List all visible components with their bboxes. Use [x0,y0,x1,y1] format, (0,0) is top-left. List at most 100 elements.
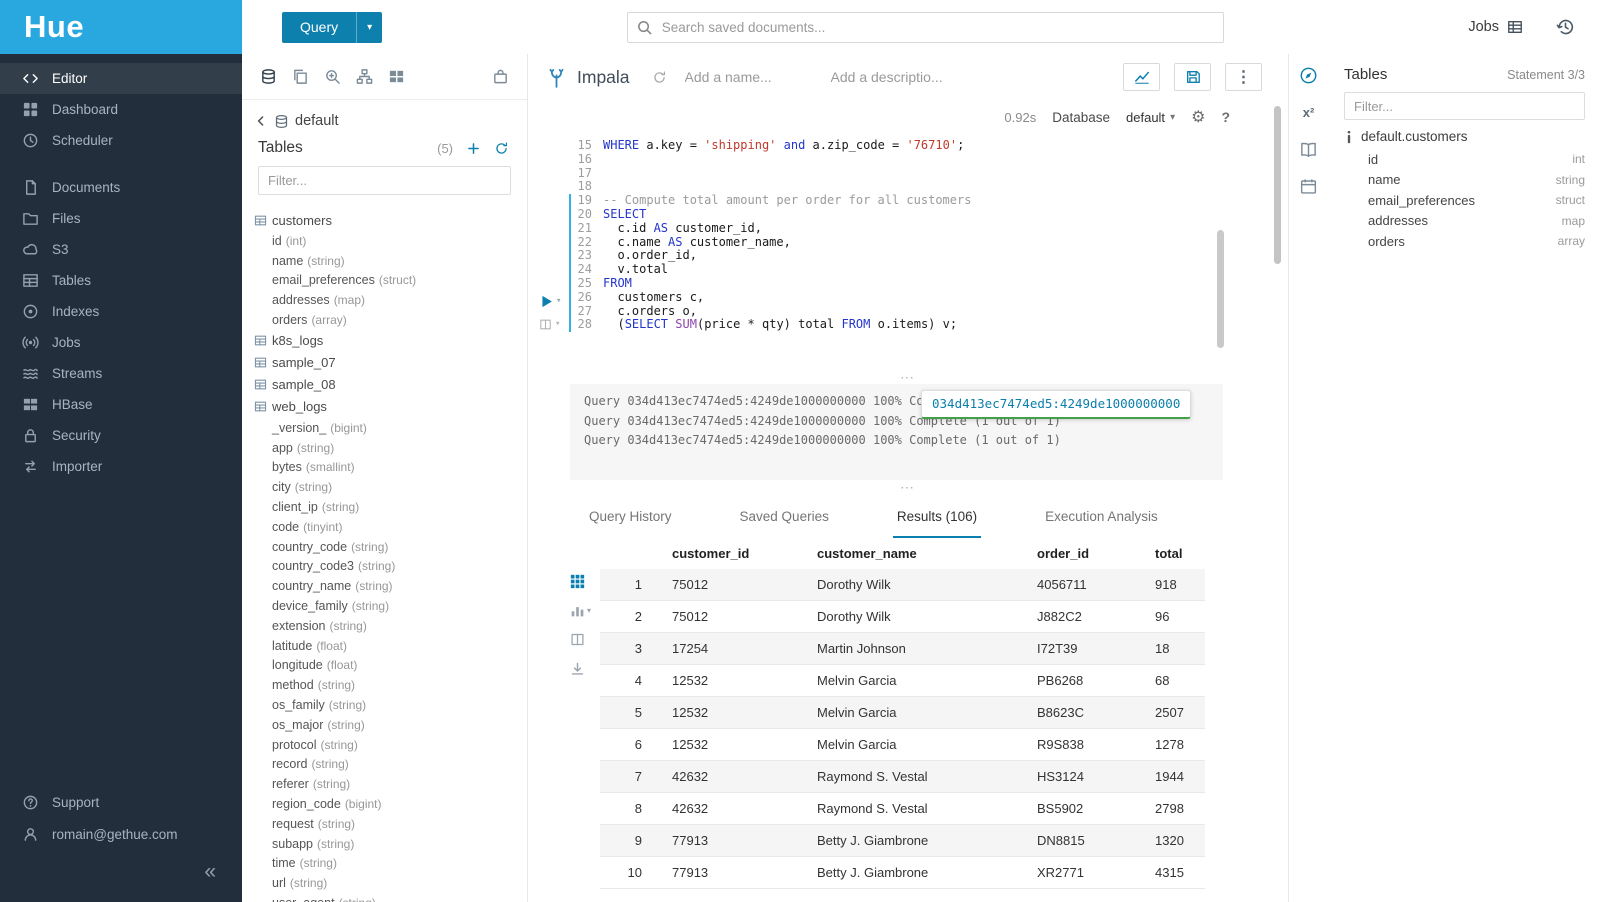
right-column-orders[interactable]: ordersarray [1344,231,1585,252]
column-header-customer-id[interactable]: customer_id [660,538,805,569]
assist-column-bytes[interactable]: bytes(smallint) [242,458,527,478]
query-name-input[interactable] [685,69,807,85]
sidebar-item-documents[interactable]: Documents [0,172,242,203]
hue-logo[interactable]: Hue [0,0,242,54]
assist-column-extension[interactable]: extension(string) [242,616,527,636]
sidebar-item-files[interactable]: Files [0,203,242,234]
assist-column-os-major[interactable]: os_major(string) [242,715,527,735]
sidebar-item-hbase[interactable]: HBase [0,389,242,420]
sidebar-item-dashboard[interactable]: Dashboard [0,94,242,125]
chart-button[interactable] [1123,63,1160,91]
table-row[interactable]: 842632Raymond S. VestalBS59022798 [600,793,1205,825]
back-chevron-icon[interactable] [254,114,268,128]
sidebar-item-indexes[interactable]: Indexes [0,296,242,327]
tab-saved-queries[interactable]: Saved Queries [736,509,833,538]
sidebar-item-scheduler[interactable]: Scheduler [0,125,242,156]
assist-column-time[interactable]: time(string) [242,854,527,874]
sidebar-item-streams[interactable]: Streams [0,358,242,389]
right-filter-input[interactable] [1344,92,1585,120]
query-type-caret[interactable]: ▾ [356,12,382,43]
assist-table-sample-08[interactable]: sample_08 [242,374,527,396]
jobs-link[interactable]: Jobs [1468,19,1523,35]
job-id-tooltip[interactable]: 034d413ec7474ed5:4249de1000000000 [921,390,1191,419]
new-query-button[interactable]: Query ▾ [282,12,382,43]
language-reference-icon[interactable] [1299,140,1318,159]
apps-grid-icon[interactable] [388,68,405,85]
assist-column-country-code[interactable]: country_code(string) [242,537,527,557]
assist-column-url[interactable]: url(string) [242,873,527,893]
chart-view-button[interactable]: ▾ [570,603,591,618]
editor-scrollbar[interactable] [1217,230,1224,348]
tab-execution-analysis[interactable]: Execution Analysis [1041,509,1162,538]
rerun-icon[interactable] [652,70,667,85]
column-header-customer-name[interactable]: customer_name [805,538,1025,569]
refresh-tables-icon[interactable] [494,141,509,156]
assist-filter-input[interactable] [258,166,511,195]
save-button[interactable] [1174,63,1211,91]
assist-column-os-family[interactable]: os_family(string) [242,695,527,715]
quick-query-compass-icon[interactable] [1299,66,1318,85]
databases-source-icon[interactable] [260,68,277,85]
columns-view-button[interactable] [570,632,585,647]
support-link[interactable]: Support [0,786,242,818]
table-row[interactable]: 512532Melvin GarciaB8623C2507 [600,697,1205,729]
log-resize-handle[interactable]: ⋯ [528,370,1288,384]
sidebar-item-tables[interactable]: Tables [0,265,242,296]
assist-column-app[interactable]: app(string) [242,438,527,458]
assist-column-referer[interactable]: referer(string) [242,774,527,794]
sql-editor[interactable]: 1516171819202122232425262728 WHERE a.key… [528,134,1288,370]
sitemap-icon[interactable] [356,68,373,85]
assist-column-country-name[interactable]: country_name(string) [242,576,527,596]
column-header-order-id[interactable]: order_id [1025,538,1143,569]
assist-column-client-ip[interactable]: client_ip(string) [242,497,527,517]
assist-column-region-code[interactable]: region_code(bigint) [242,794,527,814]
assist-table-k8s-logs[interactable]: k8s_logs [242,330,527,352]
right-column-id[interactable]: idint [1344,149,1585,170]
sidebar-item-jobs[interactable]: Jobs [0,327,242,358]
database-select[interactable]: default ▾ [1126,110,1175,125]
assist-column-email-preferences[interactable]: email_preferences(struct) [242,271,527,291]
database-breadcrumb[interactable]: default [295,113,339,129]
assist-column-protocol[interactable]: protocol(string) [242,735,527,755]
tab-results-106[interactable]: Results (106) [893,509,981,538]
table-row[interactable]: 612532Melvin GarciaR9S8381278 [600,729,1205,761]
sidebar-item-importer[interactable]: Importer [0,451,242,482]
assist-column-subapp[interactable]: subapp(string) [242,834,527,854]
editor-help-icon[interactable]: ? [1221,109,1230,125]
right-column-name[interactable]: namestring [1344,170,1585,191]
assist-column-code[interactable]: code(tinyint) [242,517,527,537]
collapse-sidebar-button[interactable]: « [204,860,216,883]
table-row[interactable]: 742632Raymond S. VestalHS31241944 [600,761,1205,793]
tab-query-history[interactable]: Query History [585,509,676,538]
assist-table-web-logs[interactable]: web_logs [242,396,527,418]
table-row[interactable]: 317254Martin JohnsonI72T3918 [600,633,1205,665]
assist-column-request[interactable]: request(string) [242,814,527,834]
assist-column-longitude[interactable]: longitude(float) [242,656,527,676]
scheduler-panel-icon[interactable] [1299,177,1318,196]
user-account[interactable]: romain@gethue.com [0,818,242,850]
assist-column-name[interactable]: name(string) [242,251,527,271]
more-actions-button[interactable]: ⋮ [1225,63,1262,91]
assist-column-version[interactable]: _version_(bigint) [242,418,527,438]
main-panel-scrollbar[interactable] [1274,106,1281,264]
assist-column-id[interactable]: id(int) [242,231,527,251]
table-row[interactable]: 412532Melvin GarciaPB626868 [600,665,1205,697]
execute-button[interactable]: ▾ [539,294,561,309]
active-table-entry[interactable]: default.customers [1344,129,1585,144]
right-column-email-preferences[interactable]: email_preferencesstruct [1344,190,1585,211]
search-input[interactable] [627,12,1224,43]
assist-table-customers[interactable]: customers [242,209,527,231]
functions-icon[interactable]: x² [1303,103,1315,122]
assist-column-method[interactable]: method(string) [242,675,527,695]
history-icon[interactable] [1555,17,1575,37]
assist-column-device-family[interactable]: device_family(string) [242,596,527,616]
session-bag-icon[interactable] [492,68,509,85]
sidebar-item-editor[interactable]: Editor [0,63,242,94]
table-row[interactable]: 275012Dorothy WilkJ882C296 [600,601,1205,633]
right-column-addresses[interactable]: addressesmap [1344,211,1585,232]
results-resize-handle[interactable]: ⋯ [528,480,1288,494]
table-row[interactable]: 1077913Betty J. GiambroneXR27714315 [600,857,1205,889]
settings-gear-icon[interactable]: ⚙ [1191,107,1205,127]
assist-column-user-agent[interactable]: user_agent(string) [242,893,527,902]
sidebar-item-security[interactable]: Security [0,420,242,451]
